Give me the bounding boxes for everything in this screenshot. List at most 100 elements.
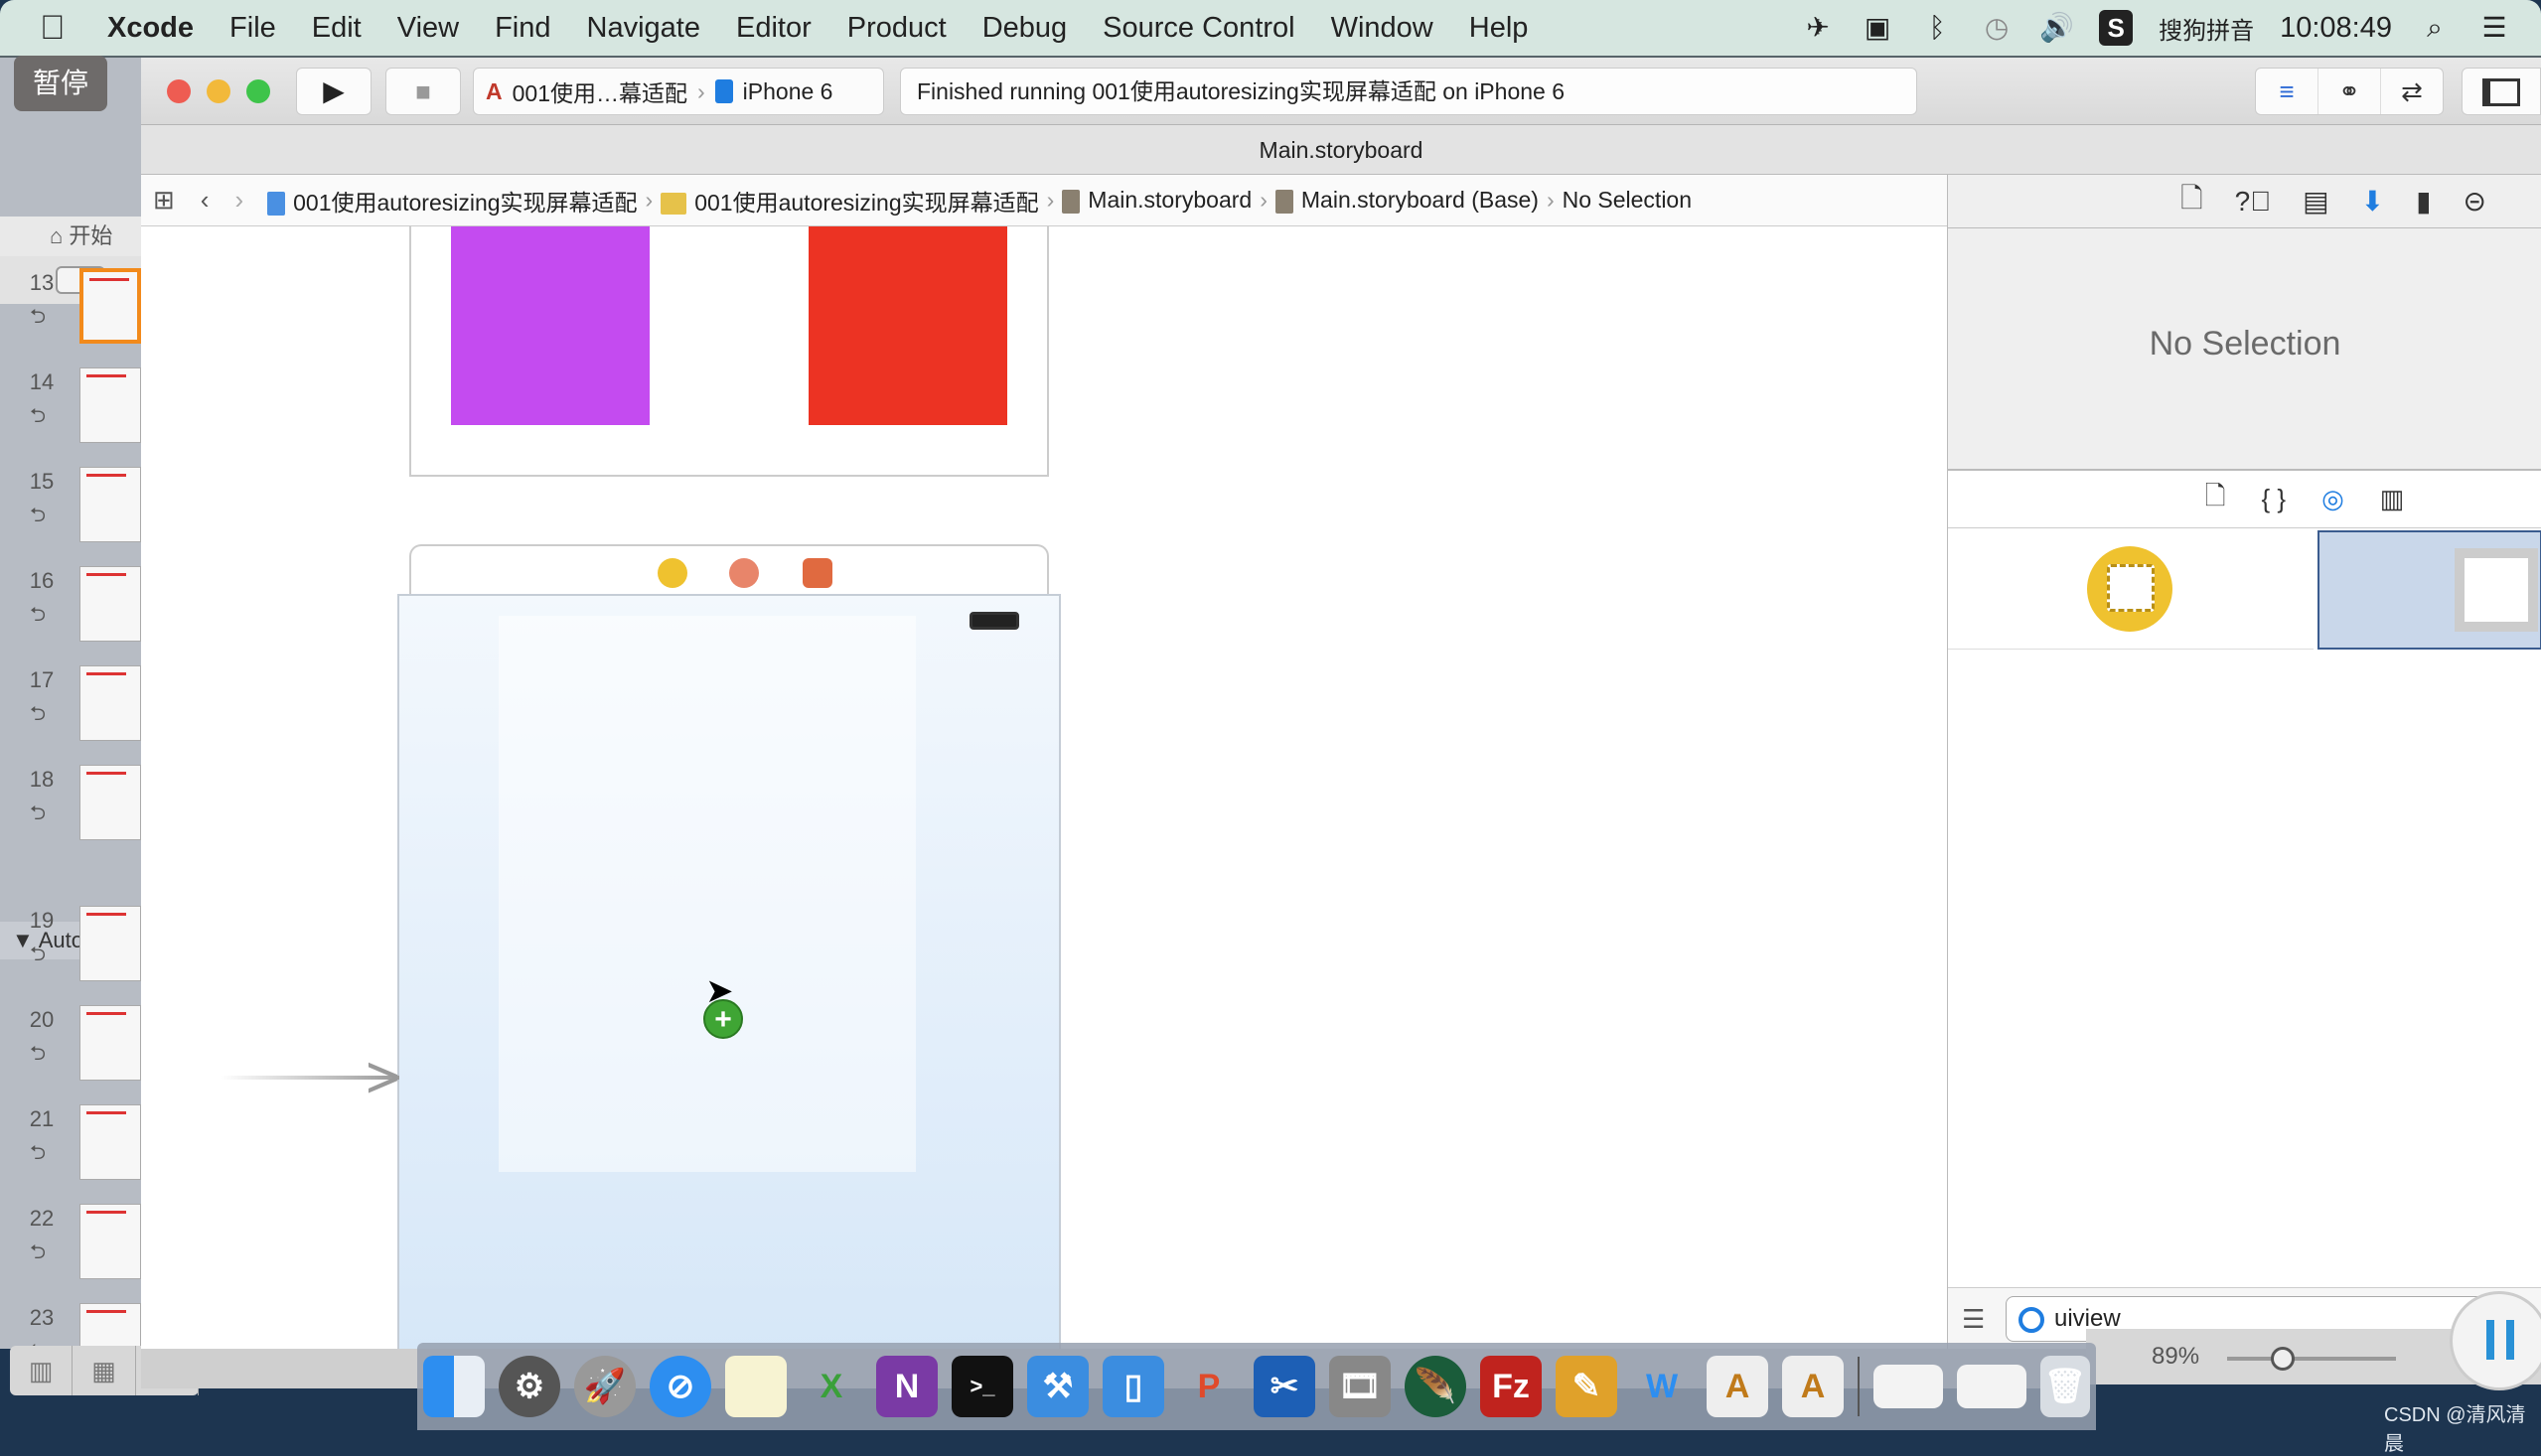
menu-view[interactable]: View <box>397 12 459 45</box>
menu-editor[interactable]: Editor <box>736 12 812 45</box>
object-library-icon[interactable]: ◎ <box>2321 484 2344 514</box>
navigator-view-icon[interactable]: ▥ <box>10 1346 74 1395</box>
menu-navigate[interactable]: Navigate <box>587 12 700 45</box>
breadcrumb-project[interactable]: 001使用autoresizing实现屏幕适配 <box>267 184 638 218</box>
menu-window[interactable]: Window <box>1331 12 1433 45</box>
back-arrow-icon[interactable]: ‹ <box>201 185 210 216</box>
slide-thumbnail[interactable]: 17 ⮌ <box>0 665 141 765</box>
view-controller-icon[interactable] <box>658 558 687 588</box>
safari-icon[interactable]: ⊘ <box>650 1356 711 1417</box>
slide-thumbnail[interactable]: 15 ⮌ <box>0 467 141 566</box>
related-items-icon[interactable]: ⊞ <box>153 185 175 216</box>
run-button[interactable]: ▶ <box>296 68 372 115</box>
view-controller-scene-1[interactable] <box>409 226 1049 477</box>
purple-view[interactable] <box>451 226 650 425</box>
zoom-slider-knob[interactable] <box>2271 1347 2295 1371</box>
breadcrumb-group[interactable]: 001使用autoresizing实现屏幕适配 <box>661 184 1039 218</box>
media-library-icon[interactable]: ▥ <box>2380 484 2405 514</box>
version-editor-icon[interactable]: ⇄ <box>2381 69 2443 114</box>
apple-menu-icon[interactable]:  <box>40 9 79 48</box>
menu-app-xcode[interactable]: Xcode <box>107 12 194 45</box>
trash-icon[interactable]: 🗑 <box>2040 1356 2090 1417</box>
minimize-window-button[interactable] <box>207 79 230 103</box>
storyboard-canvas[interactable]: > ➤ + <box>141 226 1947 1349</box>
slide-thumbnail[interactable]: 21 ⮌ <box>0 1104 141 1204</box>
size-inspector-icon[interactable]: ▮ <box>2416 185 2431 218</box>
filezilla-icon[interactable]: Fz <box>1480 1356 1542 1417</box>
exit-icon[interactable] <box>803 558 832 588</box>
standard-editor-icon[interactable]: ≡ <box>2256 69 2318 114</box>
xcode-icon[interactable]: ⚒ <box>1027 1356 1089 1417</box>
word-icon[interactable]: W <box>1631 1356 1693 1417</box>
system-preferences-icon[interactable]: ⚙ <box>499 1356 560 1417</box>
sketch-tool-icon[interactable]: ✎ <box>1556 1356 1617 1417</box>
forward-arrow-icon[interactable]: › <box>234 185 243 216</box>
instruments-doc-icon[interactable]: A <box>1707 1356 1768 1417</box>
slide-thumbnail[interactable]: 19 ⮌ <box>0 906 141 1005</box>
menu-help[interactable]: Help <box>1469 12 1529 45</box>
slide-thumbnail[interactable]: 16 ⮌ <box>0 566 141 665</box>
code-snippet-library-icon[interactable]: { } <box>2262 484 2287 514</box>
file-inspector-icon[interactable]: 🗋 <box>2180 178 2203 225</box>
menu-file[interactable]: File <box>229 12 276 45</box>
stop-button[interactable]: ■ <box>385 68 461 115</box>
menu-find[interactable]: Find <box>495 12 550 45</box>
notification-center-icon[interactable]: ☰ <box>2477 11 2511 45</box>
assistant-editor-icon[interactable]: ⚭ <box>2318 69 2381 114</box>
library-item-view-controller[interactable] <box>1948 528 2314 650</box>
menu-source-control[interactable]: Source Control <box>1103 12 1294 45</box>
notes-icon[interactable] <box>725 1356 787 1417</box>
file-template-library-icon[interactable]: 🗋 <box>2205 478 2226 521</box>
slide-thumbnail[interactable]: 13 ⮌ <box>0 268 141 367</box>
breadcrumb-storyboard[interactable]: Main.storyboard <box>1062 187 1252 214</box>
quick-help-icon[interactable]: ?⃝ <box>2235 186 2272 218</box>
airplane-icon[interactable]: ✈ <box>1801 11 1835 45</box>
excel-icon[interactable]: X <box>801 1356 862 1417</box>
slide-thumbnail[interactable]: 18 ⮌ <box>0 765 141 864</box>
ios-simulator-icon[interactable]: ▯ <box>1103 1356 1164 1417</box>
bluetooth-icon[interactable]: ᛒ <box>1920 11 1954 45</box>
ime-icon[interactable]: S <box>2099 10 2134 46</box>
volume-icon[interactable]: 🔊 <box>2039 11 2074 45</box>
list-view-icon[interactable]: ☰ <box>1962 1304 1985 1335</box>
onenote-icon[interactable]: N <box>876 1356 938 1417</box>
red-view[interactable] <box>809 226 1007 425</box>
zoom-slider-track[interactable] <box>2227 1357 2396 1361</box>
powerpoint-icon[interactable]: P <box>1178 1356 1240 1417</box>
navigator-toggle-button[interactable] <box>2462 68 2541 115</box>
attributes-inspector-icon[interactable]: ⬇ <box>2361 185 2384 218</box>
pause-badge[interactable]: 暂停 <box>14 56 107 111</box>
slide-thumbnail[interactable]: 20 ⮌ <box>0 1005 141 1104</box>
breadcrumb-selection[interactable]: No Selection <box>1563 187 1692 214</box>
video-tool-icon[interactable]: 🎞 <box>1329 1356 1391 1417</box>
time-machine-icon[interactable]: ◷ <box>1980 11 2014 45</box>
finder-icon[interactable] <box>423 1356 485 1417</box>
slide-thumbnail[interactable]: 14 ⮌ <box>0 367 141 467</box>
close-window-button[interactable] <box>167 79 191 103</box>
terminal-icon[interactable]: >_ <box>952 1356 1013 1417</box>
scheme-selector[interactable]: A 001使用…幕适配 › iPhone 6 <box>473 68 884 115</box>
launchpad-icon[interactable]: 🚀 <box>574 1356 636 1417</box>
connections-inspector-icon[interactable]: ⊝ <box>2464 185 2486 218</box>
first-responder-icon[interactable] <box>729 558 759 588</box>
light-table-icon[interactable]: ▦ <box>73 1346 136 1395</box>
library-item-view-selected[interactable] <box>2317 530 2541 650</box>
breadcrumb-storyboard-base[interactable]: Main.storyboard (Base) <box>1274 187 1539 214</box>
menu-debug[interactable]: Debug <box>982 12 1067 45</box>
minimized-safari-thumbnail[interactable] <box>1957 1365 2026 1408</box>
slide-thumbnail[interactable]: 22 ⮌ <box>0 1204 141 1303</box>
menubar-clock[interactable]: 10:08:49 <box>2280 12 2392 45</box>
instruments-doc-icon-2[interactable]: A <box>1782 1356 1844 1417</box>
zoom-window-button[interactable] <box>246 79 270 103</box>
screenshot-tool-icon[interactable]: ✂ <box>1254 1356 1315 1417</box>
identity-inspector-icon[interactable]: ▤ <box>2303 185 2328 218</box>
spotlight-search-icon[interactable]: ⌕ <box>2418 11 2452 45</box>
input-method-label[interactable]: 搜狗拼音 <box>2159 11 2254 46</box>
feather-app-icon[interactable]: 🪶 <box>1405 1356 1466 1417</box>
menu-product[interactable]: Product <box>847 12 947 45</box>
minimized-window-thumbnail[interactable] <box>1873 1365 1943 1408</box>
menu-edit[interactable]: Edit <box>312 12 362 45</box>
screen-record-icon[interactable]: ▣ <box>1861 11 1894 45</box>
screen-recorder-pause-button[interactable] <box>2450 1291 2541 1390</box>
keynote-start-button[interactable]: ⌂ 开始 <box>0 217 141 256</box>
